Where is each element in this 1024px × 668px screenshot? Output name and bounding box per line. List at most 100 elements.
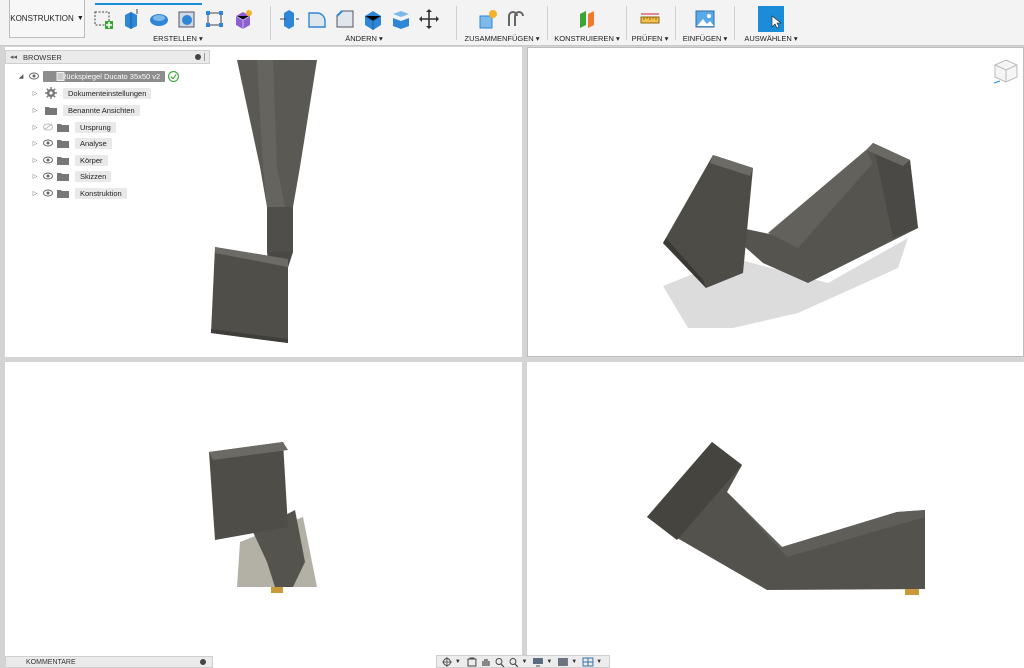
active-tab-indicator bbox=[95, 3, 202, 5]
collapse-arrows-icon[interactable]: ◂◂ bbox=[10, 53, 17, 61]
workspace-label: KONSTRUKTION bbox=[10, 14, 74, 23]
erstellen-group: ERSTELLEN ▾ bbox=[92, 6, 264, 44]
browser-panel: ◂◂ BROWSER ◢ Rückspiegel Ducato 35x50 v2… bbox=[5, 50, 210, 202]
revolve-icon[interactable] bbox=[148, 8, 170, 30]
toolbar-divider bbox=[734, 6, 735, 40]
orbit-icon[interactable] bbox=[441, 656, 453, 667]
press-pull-icon[interactable] bbox=[278, 8, 300, 30]
tree-item-label: Skizzen bbox=[75, 170, 112, 182]
triangle-right-icon[interactable]: ▷ bbox=[31, 124, 39, 131]
tree-item-skizzen[interactable]: ▷ Skizzen bbox=[31, 169, 112, 183]
aendern-group: ÄNDERN ▾ bbox=[278, 6, 450, 44]
triangle-right-icon[interactable]: ▷ bbox=[31, 157, 39, 164]
triangle-right-icon[interactable]: ▷ bbox=[31, 190, 39, 197]
einfuegen-group: EINFÜGEN ▾ bbox=[680, 6, 730, 44]
eye-icon[interactable] bbox=[29, 72, 39, 80]
comments-panel[interactable]: KOMMENTARE bbox=[5, 656, 213, 668]
aendern-label: ÄNDERN bbox=[345, 34, 377, 43]
tree-item-ursprung[interactable]: ▷ Ursprung bbox=[31, 120, 116, 134]
pruefen-menu[interactable]: PRÜFEN ▾ bbox=[630, 34, 670, 43]
viewports-icon[interactable] bbox=[582, 657, 594, 667]
model-perspective-view bbox=[663, 143, 918, 328]
tree-item-benannte-ansichten[interactable]: ▷ Benannte Ansichten bbox=[31, 103, 140, 117]
chevron-down-icon[interactable]: ▼ bbox=[571, 659, 577, 665]
pattern-icon[interactable] bbox=[204, 8, 226, 30]
grid-snaps-icon[interactable] bbox=[557, 657, 569, 667]
model-top-view bbox=[647, 442, 925, 595]
navigation-bar: ▼ ▼ ▼ ▼ ▼ bbox=[436, 655, 610, 668]
panel-options-icon[interactable] bbox=[200, 659, 206, 665]
erstellen-menu[interactable]: ERSTELLEN ▾ bbox=[92, 34, 264, 43]
triangle-right-icon[interactable]: ▷ bbox=[31, 90, 39, 97]
erstellen-label: ERSTELLEN bbox=[153, 34, 197, 43]
tree-root[interactable]: ◢ Rückspiegel Ducato 35x50 v2 bbox=[17, 69, 180, 83]
konstruieren-group: KONSTRUIEREN ▾ bbox=[552, 6, 622, 44]
joint-icon[interactable] bbox=[505, 8, 527, 30]
eye-hidden-icon[interactable] bbox=[43, 123, 53, 131]
move-icon[interactable] bbox=[418, 8, 440, 30]
fillet-icon[interactable] bbox=[306, 8, 328, 30]
comments-title: KOMMENTARE bbox=[26, 658, 76, 666]
konstruieren-menu[interactable]: KONSTRUIEREN ▾ bbox=[552, 34, 622, 43]
auswaehlen-label: AUSWÄHLEN bbox=[744, 34, 792, 43]
eye-icon[interactable] bbox=[43, 189, 53, 197]
shell-body-icon[interactable] bbox=[362, 8, 384, 30]
zusammenfuegen-menu[interactable]: ZUSAMMENFÜGEN ▾ bbox=[462, 34, 542, 43]
folder-icon bbox=[57, 123, 69, 132]
aendern-menu[interactable]: ÄNDERN ▾ bbox=[278, 34, 450, 43]
select-icon[interactable] bbox=[758, 6, 784, 32]
measure-icon[interactable] bbox=[639, 8, 661, 30]
toolbar-divider bbox=[675, 6, 676, 40]
tree-item-label: Analyse bbox=[75, 137, 112, 149]
chevron-down-icon[interactable]: ▼ bbox=[546, 659, 552, 665]
offset-plane-icon[interactable] bbox=[576, 8, 598, 30]
create-sketch-icon[interactable] bbox=[92, 8, 114, 30]
look-at-icon[interactable] bbox=[466, 657, 478, 667]
pan-hand-icon[interactable] bbox=[480, 657, 492, 667]
tree-item-konstruktion[interactable]: ▷ Konstruktion bbox=[31, 186, 127, 200]
einfuegen-label: EINFÜGEN bbox=[682, 34, 722, 43]
chevron-down-icon: ▼ bbox=[76, 15, 84, 22]
chevron-down-icon[interactable]: ▼ bbox=[596, 659, 602, 665]
combine-faces-icon[interactable] bbox=[390, 8, 412, 30]
model-side-view bbox=[209, 442, 317, 593]
tree-item-koerper[interactable]: ▷ Körper bbox=[31, 153, 108, 167]
tree-item-analyse[interactable]: ▷ Analyse bbox=[31, 136, 112, 150]
new-component-icon[interactable] bbox=[477, 8, 499, 30]
form-icon[interactable] bbox=[232, 8, 254, 30]
triangle-right-icon[interactable]: ▷ bbox=[31, 173, 39, 180]
zusammenfuegen-label: ZUSAMMENFÜGEN bbox=[464, 34, 534, 43]
gear-icon bbox=[45, 87, 57, 99]
tree-item-label: Benannte Ansichten bbox=[63, 104, 140, 116]
eye-icon[interactable] bbox=[43, 156, 53, 164]
folder-icon bbox=[57, 172, 69, 181]
triangle-down-icon[interactable]: ◢ bbox=[17, 73, 25, 80]
auswaehlen-menu[interactable]: AUSWÄHLEN ▾ bbox=[740, 34, 802, 43]
zoom-icon[interactable] bbox=[508, 657, 520, 667]
browser-header[interactable]: ◂◂ BROWSER bbox=[5, 50, 210, 64]
tree-item-dokumenteinstellungen[interactable]: ▷ Dokumenteinstellungen bbox=[31, 86, 152, 100]
panel-options-icon[interactable] bbox=[195, 54, 201, 60]
auswaehlen-group: AUSWÄHLEN ▾ bbox=[740, 6, 802, 44]
einfuegen-menu[interactable]: EINFÜGEN ▾ bbox=[680, 34, 730, 43]
zoom-window-icon[interactable] bbox=[494, 657, 506, 667]
triangle-right-icon[interactable]: ▷ bbox=[31, 107, 39, 114]
eye-icon[interactable] bbox=[43, 172, 53, 180]
display-settings-icon[interactable] bbox=[532, 657, 544, 667]
eye-icon[interactable] bbox=[43, 139, 53, 147]
workspace-dropdown[interactable]: KONSTRUKTION ▼ bbox=[9, 0, 85, 38]
view-cube-icon[interactable] bbox=[993, 58, 1019, 88]
viewport-bottom-left[interactable] bbox=[5, 362, 522, 668]
browser-title: BROWSER bbox=[23, 52, 62, 62]
panel-resize-icon[interactable] bbox=[204, 53, 205, 61]
chamfer-icon[interactable] bbox=[334, 8, 356, 30]
triangle-right-icon[interactable]: ▷ bbox=[31, 140, 39, 147]
viewport-bottom-right[interactable] bbox=[527, 362, 1024, 668]
viewport-top-right[interactable] bbox=[527, 47, 1024, 357]
check-circle-icon bbox=[168, 70, 180, 82]
extrude-icon[interactable] bbox=[120, 8, 142, 30]
insert-image-icon[interactable] bbox=[694, 8, 716, 30]
chevron-down-icon[interactable]: ▼ bbox=[521, 659, 527, 665]
chevron-down-icon[interactable]: ▼ bbox=[455, 659, 461, 665]
shell-icon[interactable] bbox=[176, 8, 198, 30]
